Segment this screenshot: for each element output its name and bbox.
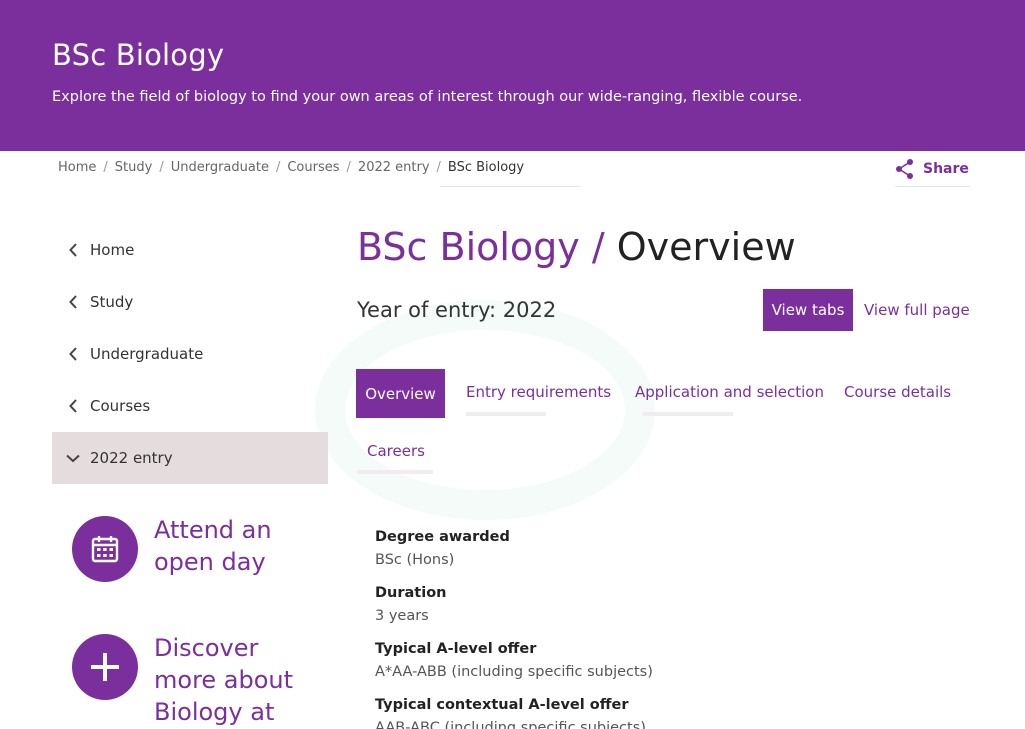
breadcrumb: Home / Study / Undergraduate / Courses /…: [58, 160, 524, 175]
chevron-down-icon: [66, 454, 80, 463]
breadcrumb-undergraduate[interactable]: Undergraduate: [171, 160, 269, 175]
promo-open-day[interactable]: Attend an open day: [72, 516, 304, 582]
hero-title: BSc Biology: [52, 38, 225, 72]
hero-banner: BSc Biology Explore the field of biology…: [0, 0, 1025, 151]
breadcrumb-separator: /: [159, 160, 164, 175]
promo-discover-more-label: Discover more about Biology at: [154, 634, 294, 726]
year-of-entry: Year of entry: 2022: [357, 298, 557, 322]
tab-course-details[interactable]: Course details: [844, 383, 951, 401]
fact-label: Typical contextual A-level offer: [375, 697, 629, 713]
sidebar-item-undergraduate[interactable]: Undergraduate: [52, 328, 328, 380]
breadcrumb-study[interactable]: Study: [115, 160, 153, 175]
breadcrumb-separator: /: [346, 160, 351, 175]
fact-label: Typical A-level offer: [375, 641, 537, 657]
breadcrumb-2022-entry[interactable]: 2022 entry: [358, 160, 430, 175]
fact-value: BSc (Hons): [375, 552, 455, 568]
fact-value: A*AA-ABB (including specific subjects): [375, 664, 653, 680]
breadcrumb-current: BSc Biology: [447, 160, 525, 175]
promo-open-day-label: Attend an open day: [154, 516, 272, 576]
tab-entry-requirements[interactable]: Entry requirements: [466, 383, 611, 401]
breadcrumb-courses[interactable]: Courses: [287, 160, 339, 175]
breadcrumb-home[interactable]: Home: [58, 160, 96, 175]
sidebar-item-study[interactable]: Study: [52, 276, 328, 328]
sidebar-item-label: 2022 entry: [90, 449, 173, 467]
view-full-page-link[interactable]: View full page: [864, 301, 970, 319]
fact-value: 3 years: [375, 608, 429, 624]
chevron-left-icon: [66, 399, 80, 413]
tab-divider: [357, 470, 433, 474]
plus-icon: [72, 634, 138, 700]
chevron-left-icon: [66, 347, 80, 361]
fact-value: AAB-ABC (including specific subjects): [375, 720, 646, 729]
promo-discover-more[interactable]: Discover more about Biology at: [72, 634, 304, 728]
tab-application-and-selection[interactable]: Application and selection: [635, 383, 824, 401]
tab-divider: [466, 412, 546, 416]
sidebar-item-2022-entry[interactable]: 2022 entry: [52, 432, 328, 484]
sidebar-item-home[interactable]: Home: [52, 224, 328, 276]
sidebar-nav: Home Study Undergraduate Courses 2022 en…: [52, 224, 328, 484]
page-title: BSc Biology / Overview: [357, 225, 796, 269]
share-label: Share: [923, 161, 969, 177]
calendar-icon: [72, 516, 138, 582]
tab-divider: [643, 412, 733, 416]
sidebar-item-courses[interactable]: Courses: [52, 380, 328, 432]
breadcrumb-separator: /: [436, 160, 441, 175]
tab-overview[interactable]: Overview: [356, 369, 445, 418]
sidebar-item-label: Undergraduate: [90, 345, 204, 363]
share-divider: [895, 186, 970, 187]
view-tabs-button[interactable]: View tabs: [763, 289, 853, 331]
page-title-section: Overview: [616, 225, 796, 269]
breadcrumb-separator: /: [275, 160, 281, 175]
sidebar-item-label: Study: [90, 293, 134, 311]
share-button[interactable]: Share: [895, 158, 969, 180]
chevron-left-icon: [66, 295, 80, 309]
chevron-left-icon: [66, 243, 80, 257]
tab-careers[interactable]: Careers: [367, 442, 425, 460]
share-icon: [896, 159, 913, 179]
fact-label: Duration: [375, 585, 447, 601]
sidebar-item-label: Courses: [90, 397, 151, 415]
breadcrumb-divider: [440, 186, 580, 187]
sidebar-item-label: Home: [90, 241, 135, 259]
breadcrumb-separator: /: [103, 160, 108, 175]
fact-label: Degree awarded: [375, 529, 510, 545]
hero-subtitle: Explore the field of biology to find you…: [52, 89, 803, 105]
course-key-facts: Degree awarded BSc (Hons) Duration 3 yea…: [375, 527, 975, 729]
page-title-course: BSc Biology /: [357, 225, 605, 269]
